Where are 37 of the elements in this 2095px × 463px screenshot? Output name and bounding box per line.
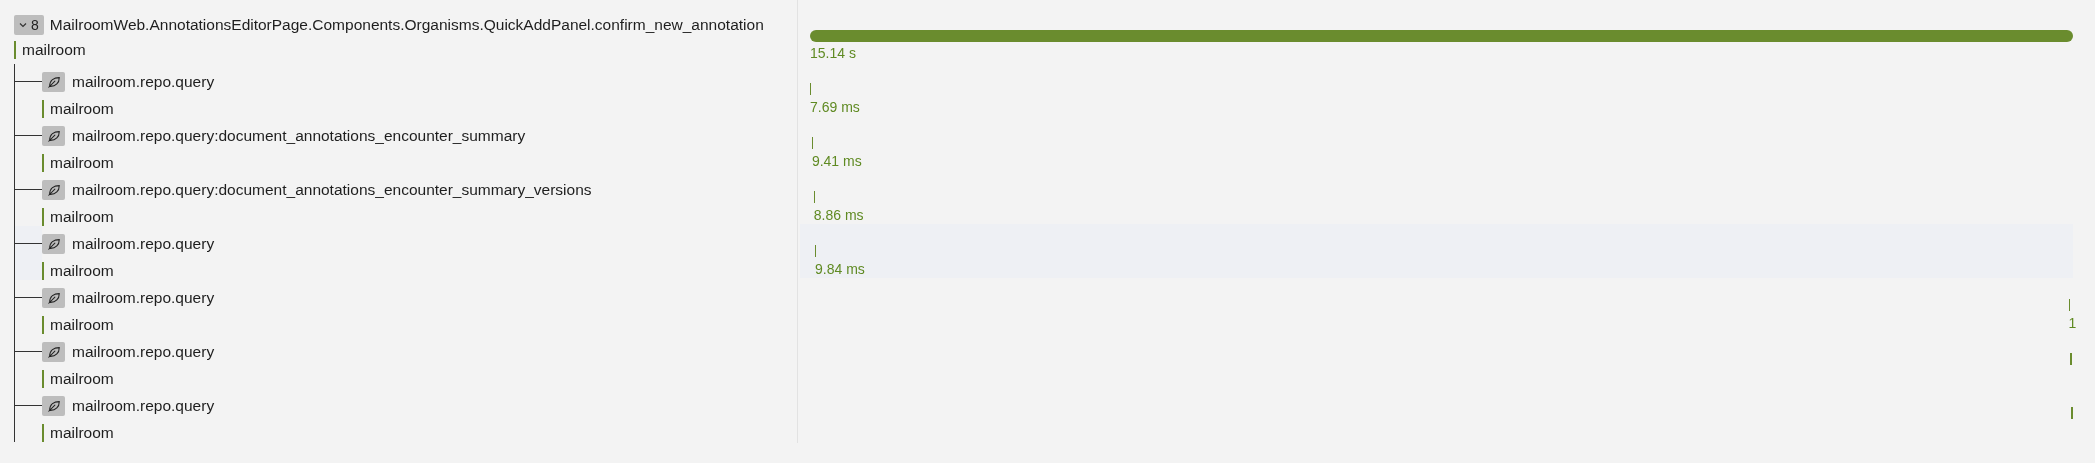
service-name: mailroom	[42, 316, 797, 334]
duration-label: 1	[2068, 315, 2077, 331]
duration-bar	[2071, 407, 2074, 419]
timeline-row[interactable]: 7.69 ms	[810, 62, 2073, 116]
duration-label: 8.86 ms	[813, 207, 864, 223]
service-name: mailroom	[42, 154, 797, 172]
span-name: mailroom.repo.query	[72, 72, 215, 91]
span-name: mailroom.repo.query:document_annotations_encounter_summary_versions	[72, 180, 592, 199]
span-name: mailroom.repo.query	[72, 342, 215, 361]
duration-label: 9.84 ms	[815, 261, 865, 277]
leaf-icon	[42, 341, 65, 362]
duration-bar	[2070, 353, 2073, 365]
span-name: MailroomWeb.AnnotationsEditorPage.Components.Organisms.QuickAddPanel.confirm_new_annotation	[49, 16, 764, 34]
span-name: mailroom.repo.query	[72, 234, 215, 253]
span-name: mailroom.repo.query	[72, 396, 215, 415]
leaf-icon	[42, 125, 65, 146]
leaf-icon	[42, 179, 65, 200]
timeline-row[interactable]: 9.84 ms	[800, 224, 2073, 278]
expand-toggle[interactable]: 8	[14, 15, 44, 35]
service-name: mailroom	[42, 424, 797, 442]
duration-label: 7.69 ms	[810, 99, 860, 115]
service-name: mailroom	[42, 370, 797, 388]
service-name: mailroom	[42, 100, 797, 118]
duration-label: 15.14 s	[810, 45, 856, 61]
span-name: mailroom.repo.query:document_annotations_encounter_summary	[72, 126, 526, 145]
leaf-icon	[42, 71, 65, 92]
leaf-icon	[42, 233, 65, 254]
duration-label: 9.41 ms	[811, 153, 862, 169]
timeline-row[interactable]: 9.41 ms	[810, 116, 2073, 170]
service-name: mailroom	[42, 208, 797, 226]
leaf-icon	[42, 395, 65, 416]
timeline-row[interactable]: 8.86 ms	[810, 170, 2073, 224]
service-name: mailroom	[14, 41, 797, 59]
span-name: mailroom.repo.query	[72, 288, 215, 307]
leaf-icon	[42, 287, 65, 308]
chevron-icon	[18, 20, 28, 30]
service-name: mailroom	[42, 262, 797, 280]
